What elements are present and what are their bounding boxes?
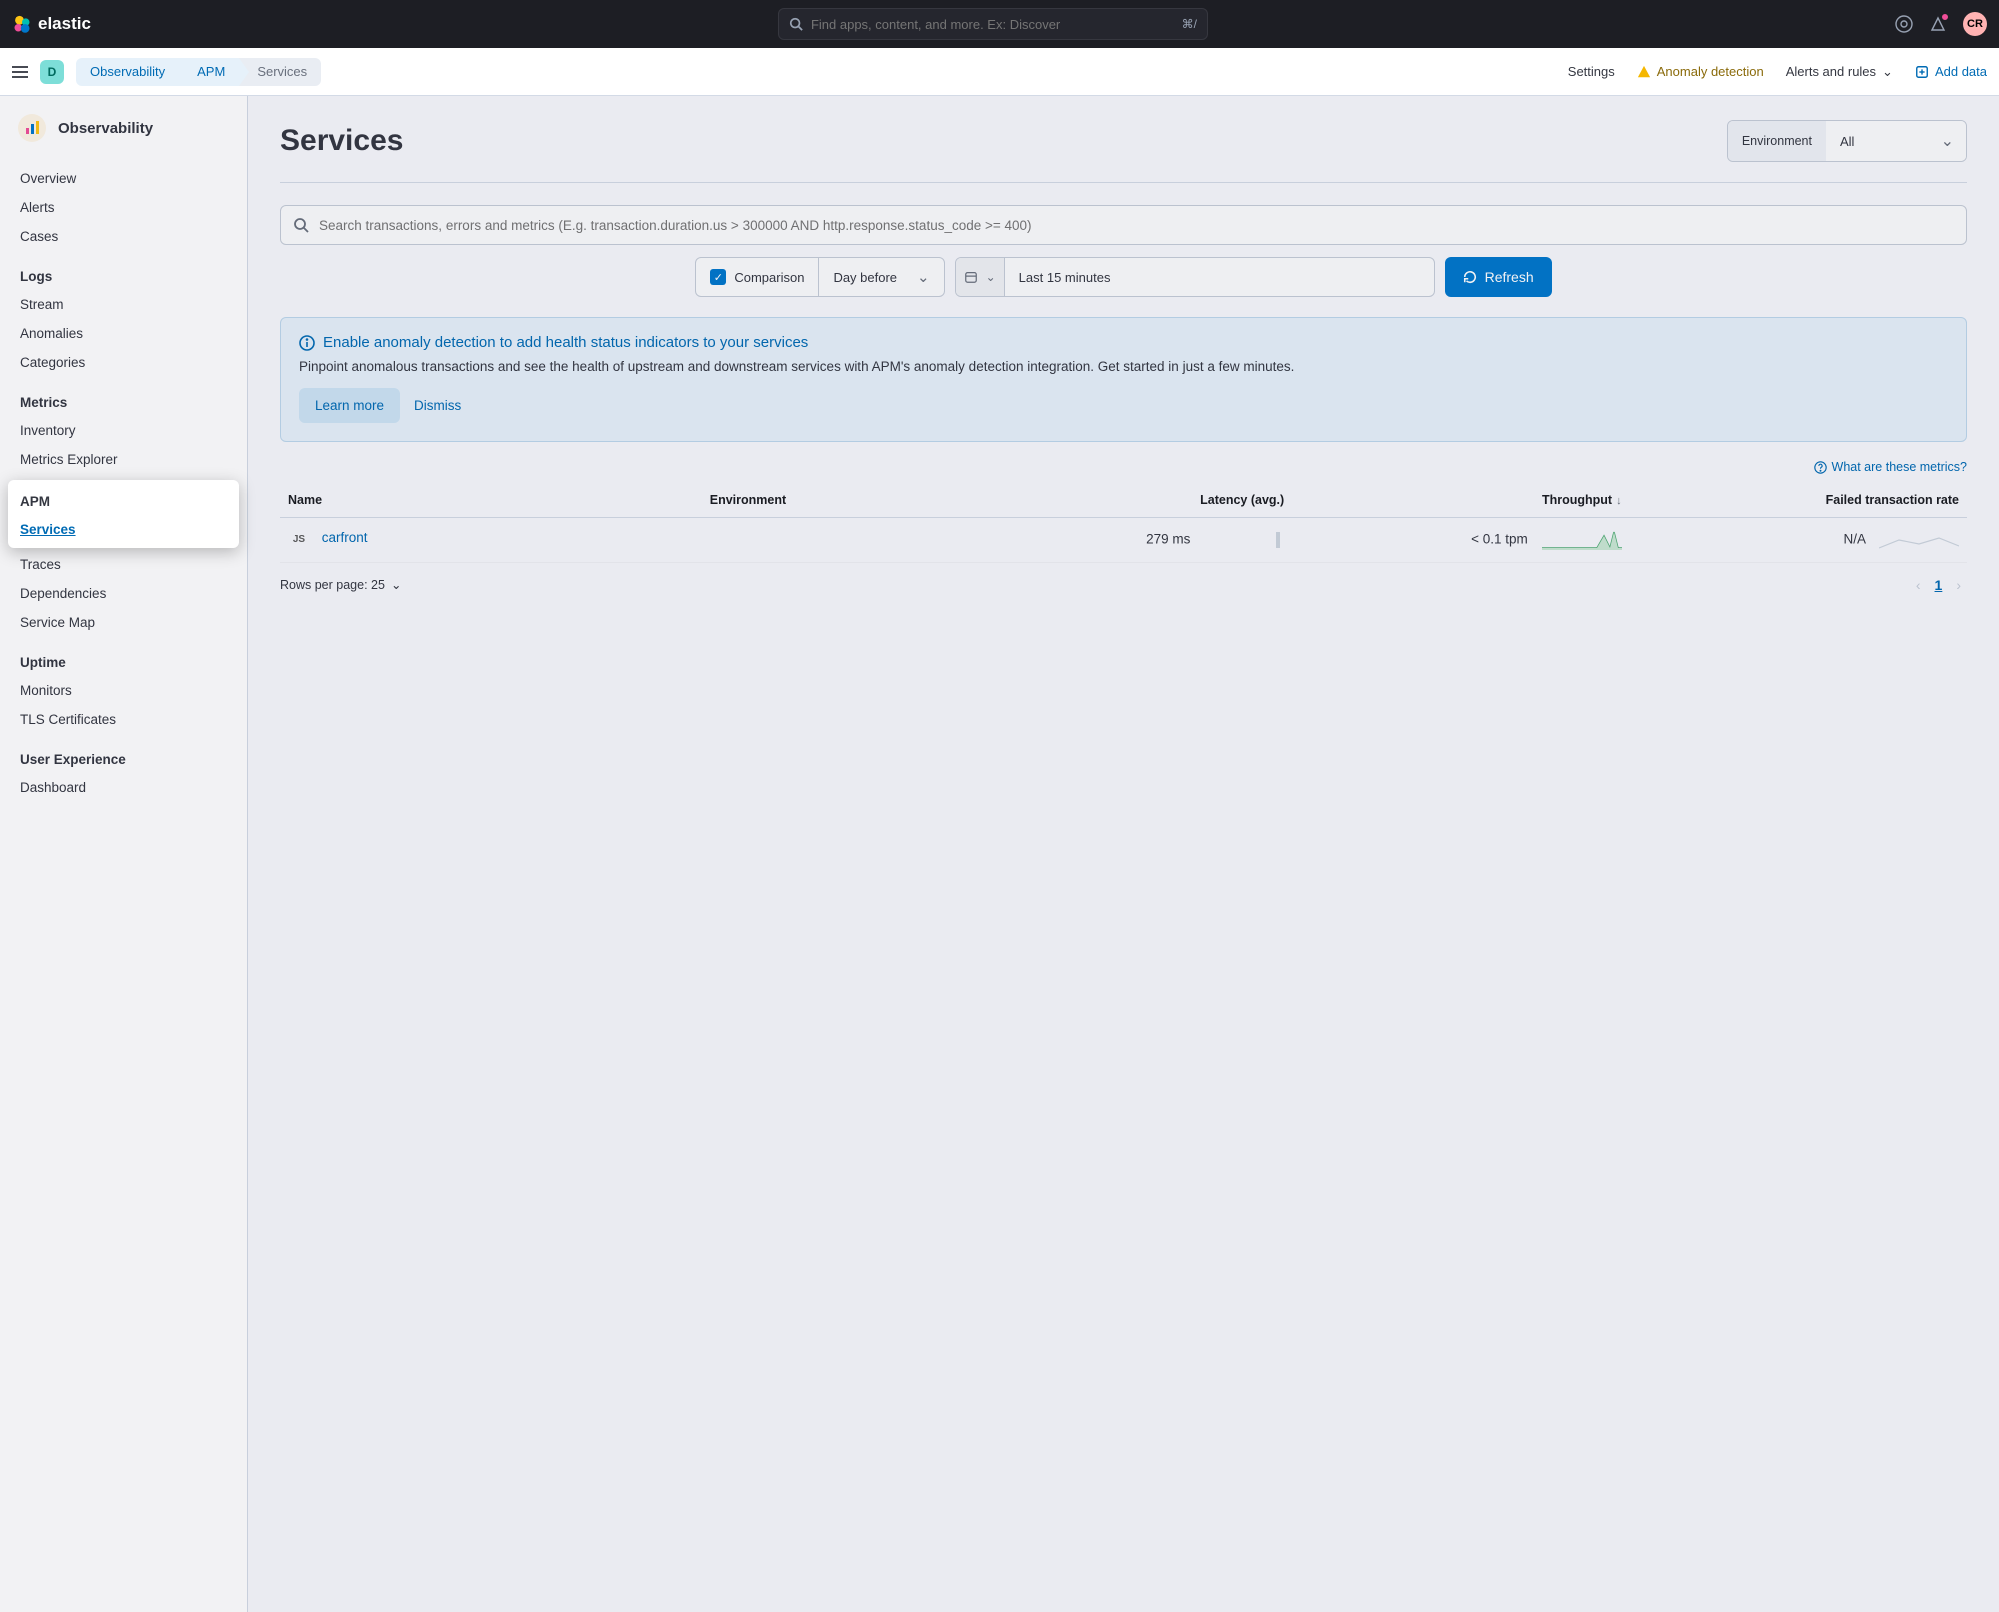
cell-throughput: < 0.1 tpm: [1292, 517, 1629, 562]
sidebar-item-alerts[interactable]: Alerts: [0, 193, 247, 222]
comparison-range-select[interactable]: Day before: [818, 258, 943, 296]
environment-select[interactable]: Environment All: [1727, 120, 1967, 162]
search-icon: [293, 217, 309, 233]
environment-value[interactable]: All: [1826, 121, 1966, 161]
page-current[interactable]: 1: [1935, 577, 1943, 593]
warning-icon: [1637, 65, 1651, 79]
anomaly-detection-link[interactable]: Anomaly detection: [1637, 64, 1764, 79]
checkbox-icon: ✓: [710, 269, 726, 285]
service-name-link[interactable]: carfront: [322, 530, 368, 545]
brand-text: elastic: [38, 14, 91, 34]
sidebar-group-ux: User Experience: [0, 742, 247, 773]
refresh-icon: [1463, 270, 1477, 284]
failed-sparkline: [1879, 530, 1959, 550]
question-icon: [1814, 461, 1827, 474]
throughput-sparkline: [1542, 530, 1622, 550]
query-bar[interactable]: [280, 205, 1967, 245]
sidebar-title: Observability: [58, 120, 153, 137]
breadcrumb: Observability APM Services: [76, 58, 321, 86]
comparison-toggle[interactable]: ✓ Comparison: [696, 258, 818, 296]
sidebar-item-stream[interactable]: Stream: [0, 290, 247, 319]
environment-label: Environment: [1728, 121, 1826, 161]
date-picker[interactable]: ⌄ Last 15 minutes: [955, 257, 1435, 297]
alerts-rules-dropdown[interactable]: Alerts and rules ⌄: [1786, 64, 1893, 80]
sidebar-group-logs: Logs: [0, 259, 247, 290]
elastic-logo[interactable]: elastic: [12, 14, 91, 34]
calendar-icon: [964, 270, 978, 284]
menu-toggle-icon[interactable]: [12, 65, 28, 79]
sidebar-item-tls[interactable]: TLS Certificates: [0, 705, 247, 734]
date-range-value[interactable]: Last 15 minutes: [1004, 258, 1434, 296]
sidebar-item-services[interactable]: Services: [8, 515, 239, 544]
calendar-button[interactable]: ⌄: [956, 258, 1004, 296]
global-header: elastic ⌘/ CR: [0, 0, 1999, 48]
sidebar-item-metrics-explorer[interactable]: Metrics Explorer: [0, 445, 247, 474]
help-icon[interactable]: [1895, 15, 1913, 33]
info-icon: [299, 335, 315, 351]
sidebar-item-inventory[interactable]: Inventory: [0, 416, 247, 445]
cell-failed: N/A: [1630, 517, 1967, 562]
chevron-down-icon: ⌄: [986, 270, 996, 284]
sidebar-item-anomalies[interactable]: Anomalies: [0, 319, 247, 348]
sidebar-item-dashboard[interactable]: Dashboard: [0, 773, 247, 802]
chevron-down-icon: ⌄: [1882, 64, 1893, 80]
sidebar-item-monitors[interactable]: Monitors: [0, 676, 247, 705]
content: Services Environment All ✓ Comparison Da…: [248, 96, 1999, 1612]
services-table: Name Environment Latency (avg.) Throughp…: [280, 483, 1967, 563]
sidebar-item-overview[interactable]: Overview: [0, 164, 247, 193]
callout-title-text: Enable anomaly detection to add health s…: [323, 334, 808, 351]
sidebar-group-metrics: Metrics: [0, 385, 247, 416]
sidebar-group-apm-highlight: APM Services: [8, 480, 239, 548]
query-input[interactable]: [319, 218, 1954, 233]
breadcrumb-services: Services: [239, 58, 321, 86]
sidebar-item-cases[interactable]: Cases: [0, 222, 247, 251]
solution-header: D Observability APM Services Settings An…: [0, 48, 1999, 96]
chevron-down-icon: ⌄: [391, 577, 401, 592]
sidebar-group-uptime: Uptime: [0, 645, 247, 676]
refresh-button[interactable]: Refresh: [1445, 257, 1552, 297]
sidebar-item-service-map[interactable]: Service Map: [0, 608, 247, 637]
rows-per-page[interactable]: Rows per page: 25 ⌄: [280, 577, 401, 592]
callout-body: Pinpoint anomalous transactions and see …: [299, 359, 1948, 374]
col-environment[interactable]: Environment: [702, 483, 1006, 518]
col-failed[interactable]: Failed transaction rate: [1630, 483, 1967, 518]
table-row[interactable]: JS carfront 279 ms < 0.1 tpm N/A: [280, 517, 1967, 562]
sidebar: Observability Overview Alerts Cases Logs…: [0, 96, 248, 1612]
col-name[interactable]: Name: [280, 483, 702, 518]
plus-doc-icon: [1915, 65, 1929, 79]
user-avatar[interactable]: CR: [1963, 12, 1987, 36]
cell-environment: [702, 517, 1006, 562]
dismiss-button[interactable]: Dismiss: [414, 398, 461, 413]
anomaly-callout: Enable anomaly detection to add health s…: [280, 317, 1967, 442]
breadcrumb-observability[interactable]: Observability: [76, 58, 179, 86]
global-search[interactable]: ⌘/: [778, 8, 1208, 40]
add-data-link[interactable]: Add data: [1915, 64, 1987, 79]
sidebar-item-dependencies[interactable]: Dependencies: [0, 579, 247, 608]
search-shortcut: ⌘/: [1182, 17, 1197, 31]
global-search-input[interactable]: [811, 17, 1174, 32]
learn-more-button[interactable]: Learn more: [299, 388, 400, 423]
service-lang-badge: JS: [288, 531, 310, 549]
newsfeed-icon[interactable]: [1929, 15, 1947, 33]
space-selector[interactable]: D: [40, 60, 64, 84]
page-title: Services: [280, 124, 403, 158]
observability-icon: [18, 114, 46, 142]
sort-desc-icon: ↓: [1616, 495, 1622, 507]
settings-link[interactable]: Settings: [1568, 64, 1615, 79]
page-next[interactable]: ›: [1950, 573, 1967, 597]
sidebar-item-categories[interactable]: Categories: [0, 348, 247, 377]
sidebar-group-apm: APM: [8, 484, 239, 515]
search-icon: [789, 17, 803, 31]
latency-sparkline: [1204, 530, 1284, 550]
col-latency[interactable]: Latency (avg.): [1005, 483, 1292, 518]
comparison-group: ✓ Comparison Day before: [695, 257, 944, 297]
page-prev[interactable]: ‹: [1910, 573, 1927, 597]
metrics-help-link[interactable]: What are these metrics?: [1814, 460, 1967, 474]
pagination: ‹ 1 ›: [1910, 573, 1967, 597]
cell-latency: 279 ms: [1005, 517, 1292, 562]
col-throughput[interactable]: Throughput↓: [1292, 483, 1629, 518]
sidebar-item-traces[interactable]: Traces: [0, 550, 247, 579]
